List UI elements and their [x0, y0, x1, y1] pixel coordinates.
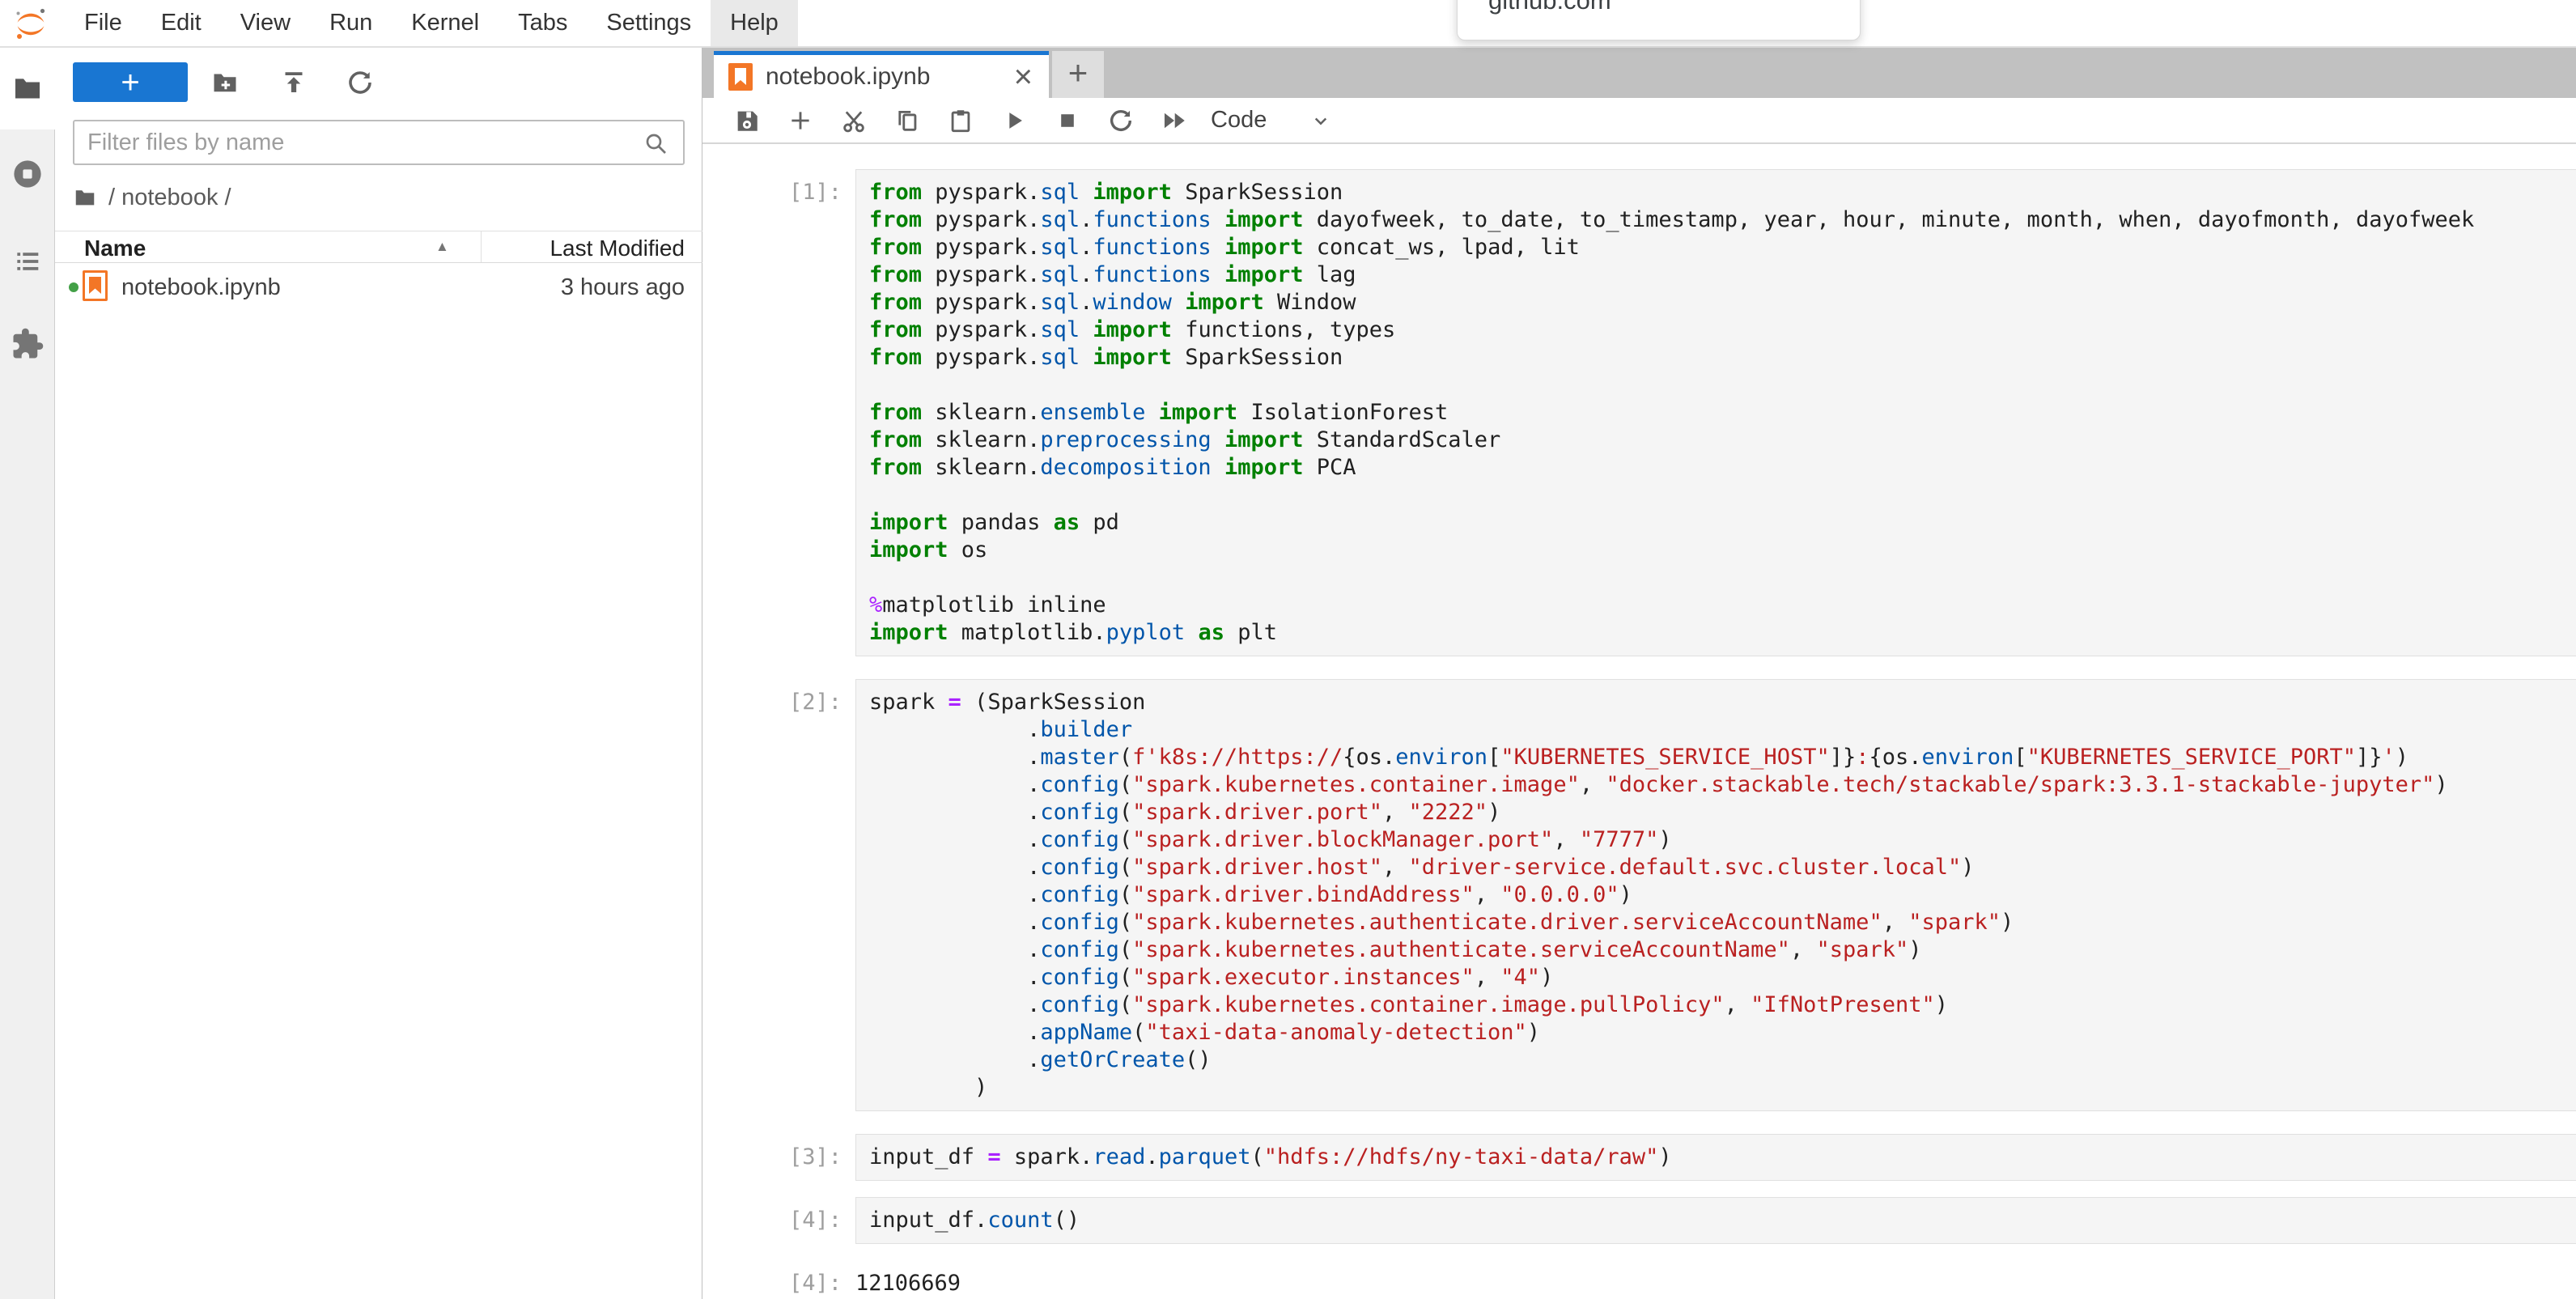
code-cell-row: [1]:from pyspark.sql import SparkSession… [702, 169, 2576, 656]
cell-output-row: [4]:12106669 [702, 1260, 2576, 1296]
table-of-contents-icon[interactable] [11, 242, 45, 281]
tab-title: notebook.ipynb [766, 63, 1014, 91]
notebook-tab-icon [728, 63, 753, 91]
menu-tabs[interactable]: Tabs [499, 0, 587, 46]
new-tab-button[interactable]: + [1052, 51, 1104, 98]
menu-view[interactable]: View [221, 0, 310, 46]
new-launcher-button[interactable]: + [73, 62, 188, 102]
copy-cells-icon[interactable] [893, 107, 921, 134]
code-cell-row: [2]:spark = (SparkSession .builder .mast… [702, 679, 2576, 1111]
breadcrumb[interactable]: / notebook / [73, 181, 231, 214]
file-name: notebook.ipynb [121, 274, 281, 301]
main-dock-panel: notebook.ipynb × + [702, 48, 2576, 1299]
cell-type-dropdown[interactable]: Code [1211, 107, 1333, 134]
paste-cells-icon[interactable] [947, 107, 974, 134]
add-cell-icon[interactable] [787, 107, 814, 134]
jupyter-logo-icon [13, 6, 49, 42]
run-cell-icon[interactable] [1000, 107, 1028, 134]
link-status-popup: github.com [1457, 0, 1861, 40]
kernel-running-dot [69, 282, 79, 292]
input-prompt: [1]: [702, 169, 855, 656]
file-list-item[interactable]: notebook.ipynb 3 hours ago [55, 265, 702, 310]
file-browser-icon[interactable] [11, 69, 45, 108]
chevron-down-icon [1309, 108, 1333, 133]
menu-settings[interactable]: Settings [587, 0, 711, 46]
sidebar-tab-strip [0, 48, 55, 1299]
running-kernels-icon[interactable] [11, 155, 45, 193]
cut-cells-icon[interactable] [840, 107, 868, 134]
notebook-file-icon [83, 270, 108, 301]
tab-close-icon[interactable]: × [1014, 65, 1033, 89]
sort-ascending-icon: ▲ [435, 239, 449, 255]
code-cell-row: [4]:input_df.count() [702, 1197, 2576, 1244]
file-modified-time: 3 hours ago [561, 274, 685, 301]
code-cell-row: [3]:input_df = spark.read.parquet("hdfs:… [702, 1134, 2576, 1181]
cell-type-value: Code [1211, 107, 1267, 134]
breadcrumb-path: / notebook / [108, 185, 231, 211]
extensions-icon[interactable] [11, 325, 45, 363]
restart-run-all-icon[interactable] [1161, 107, 1188, 134]
home-folder-icon [73, 185, 97, 210]
notebook-tab[interactable]: notebook.ipynb × [714, 51, 1049, 98]
code-editor[interactable]: input_df = spark.read.parquet("hdfs://hd… [855, 1134, 2576, 1181]
menu-kernel[interactable]: Kernel [392, 0, 499, 46]
menu-edit[interactable]: Edit [142, 0, 221, 46]
menu-run[interactable]: Run [310, 0, 392, 46]
dock-tab-bar: notebook.ipynb × + [702, 48, 2576, 98]
jupyterlab-window: File Edit View Run Kernel Tabs Settings … [0, 0, 2576, 1299]
code-editor[interactable]: input_df.count() [855, 1197, 2576, 1244]
output-prompt: [4]: [702, 1260, 855, 1296]
column-name-header[interactable]: Name [84, 236, 146, 261]
filter-files-input[interactable] [73, 120, 685, 165]
refresh-icon[interactable] [346, 68, 375, 97]
input-prompt: [2]: [702, 679, 855, 1111]
notebook-scroll-area[interactable]: [1]:from pyspark.sql import SparkSession… [702, 144, 2576, 1299]
notebook-toolbar: Code [702, 98, 2576, 144]
menu-help[interactable]: Help [711, 0, 798, 46]
input-prompt: [3]: [702, 1134, 855, 1181]
column-divider [481, 231, 482, 262]
new-folder-icon[interactable] [210, 68, 240, 97]
file-browser-panel: + / notebook / Name ▲ Last Modified [55, 48, 702, 1299]
link-status-text: github.com [1458, 0, 1860, 15]
code-editor[interactable]: spark = (SparkSession .builder .master(f… [855, 679, 2576, 1111]
code-editor[interactable]: from pyspark.sql import SparkSessionfrom… [855, 169, 2576, 656]
save-icon[interactable] [733, 107, 761, 134]
interrupt-kernel-icon[interactable] [1054, 107, 1081, 134]
restart-kernel-icon[interactable] [1107, 107, 1135, 134]
search-icon [643, 130, 668, 156]
menu-bar: File Edit View Run Kernel Tabs Settings … [0, 0, 2576, 48]
cell-output-text: 12106669 [855, 1260, 961, 1296]
file-list-header: Name ▲ Last Modified [55, 231, 702, 263]
notebook-cells: [1]:from pyspark.sql import SparkSession… [702, 169, 2576, 1296]
menu-file[interactable]: File [65, 0, 142, 46]
upload-icon[interactable] [279, 68, 308, 97]
input-prompt: [4]: [702, 1197, 855, 1244]
column-modified-header[interactable]: Last Modified [550, 236, 685, 261]
